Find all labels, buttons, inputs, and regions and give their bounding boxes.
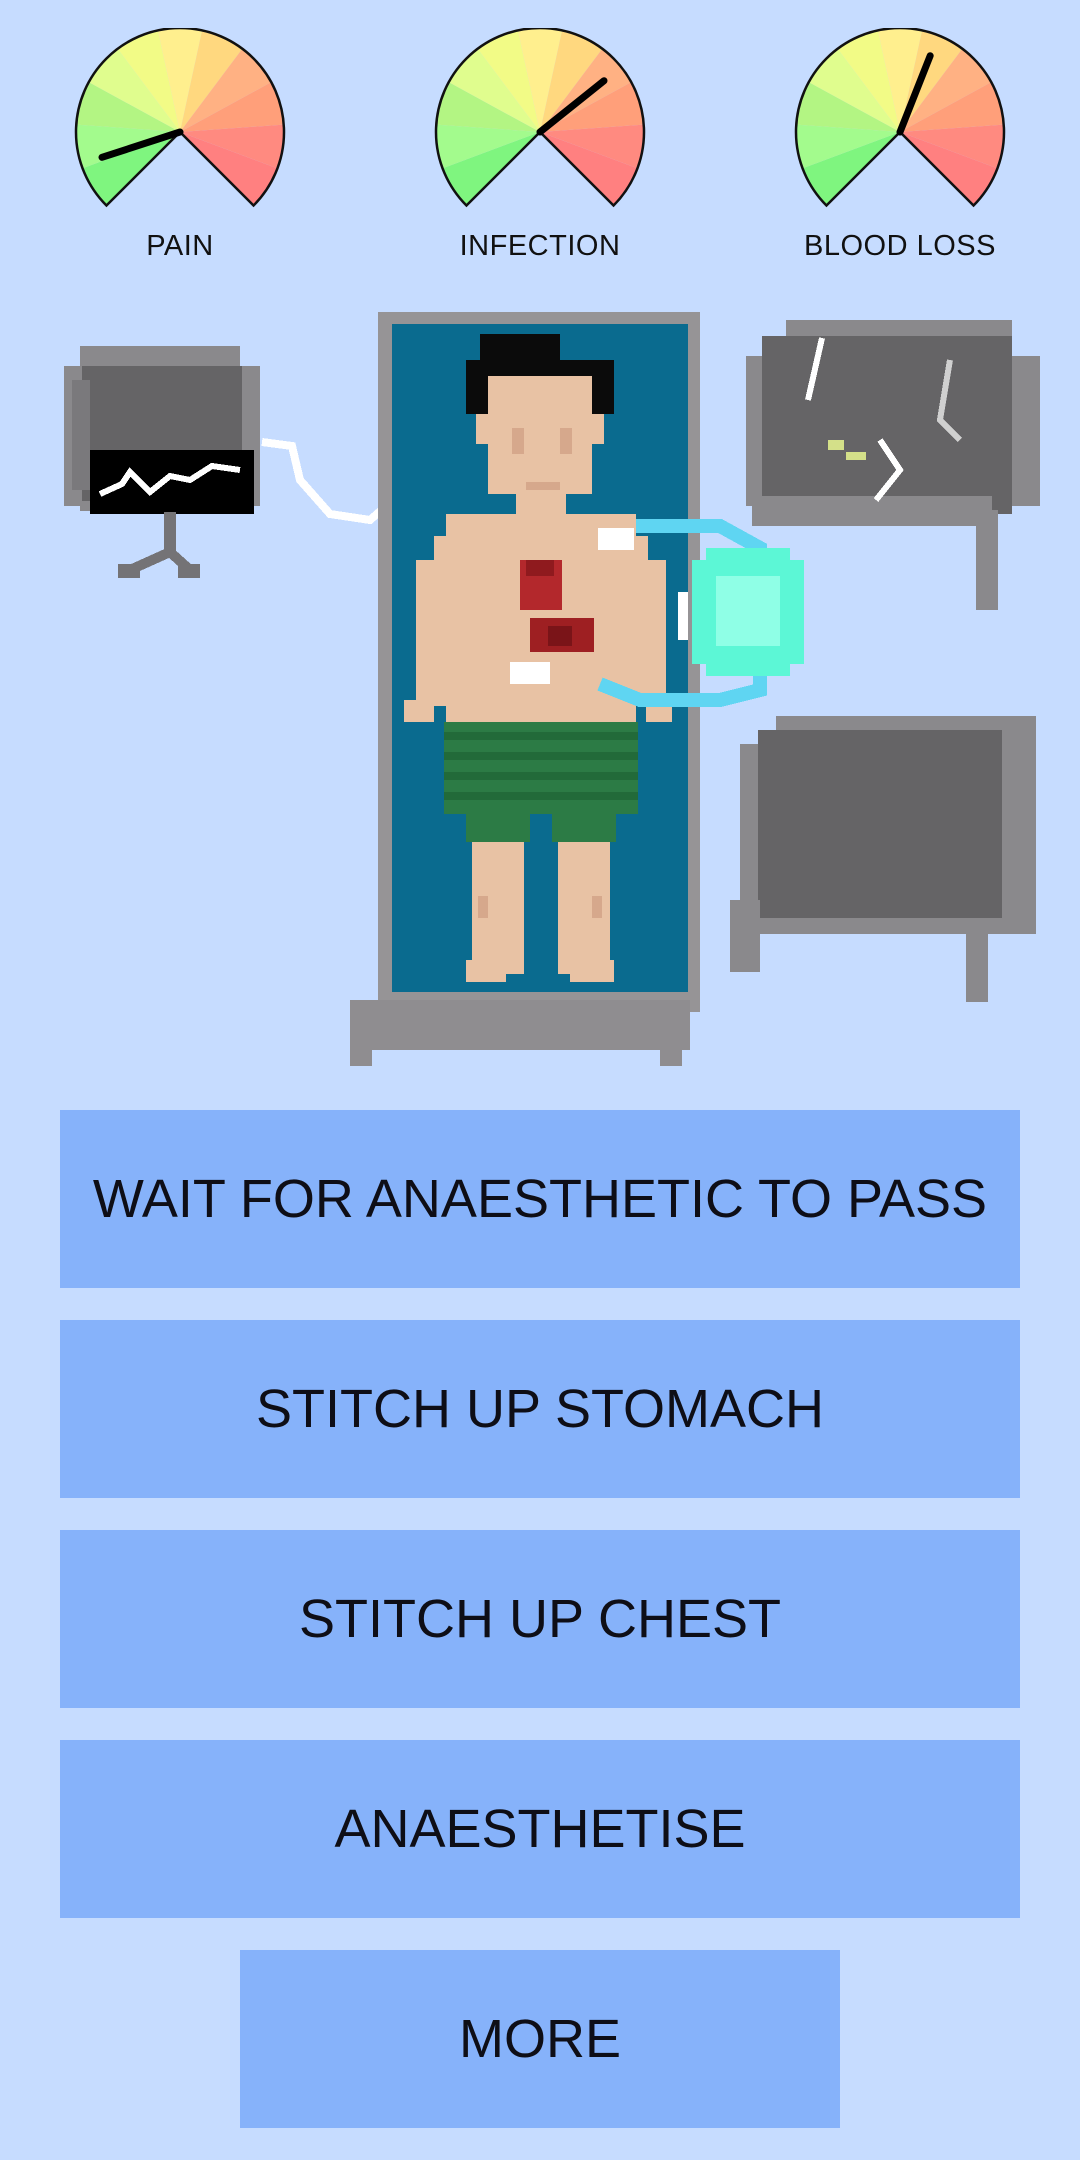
blood-loss-gauge-dial [794,28,1006,208]
heart-monitor[interactable] [64,346,260,578]
pain-gauge: PAIN [72,28,288,263]
pain-gauge-dial [74,28,286,208]
infection-gauge-dial [434,28,646,208]
lower-right-monitor[interactable] [730,716,1036,1002]
more-button[interactable]: MORE [240,1950,840,2128]
blood-loss-gauge-label: BLOOD LOSS [804,230,996,262]
infection-gauge: INFECTION [432,28,648,263]
wait-for-anaesthetic-button[interactable]: WAIT FOR ANAESTHETIC TO PASS [60,1110,1020,1288]
healing-orb[interactable] [678,548,804,676]
infection-gauge-label: INFECTION [459,230,621,262]
pain-gauge-label: PAIN [146,230,214,262]
operating-scene [64,312,1040,1066]
anaesthetise-button[interactable]: ANAESTHETISE [60,1740,1020,1918]
blood-loss-gauge: BLOOD LOSS [792,28,1008,263]
stitch-up-chest-button[interactable]: STITCH UP CHEST [60,1530,1020,1708]
stitch-up-stomach-button[interactable]: STITCH UP STOMACH [60,1320,1020,1498]
